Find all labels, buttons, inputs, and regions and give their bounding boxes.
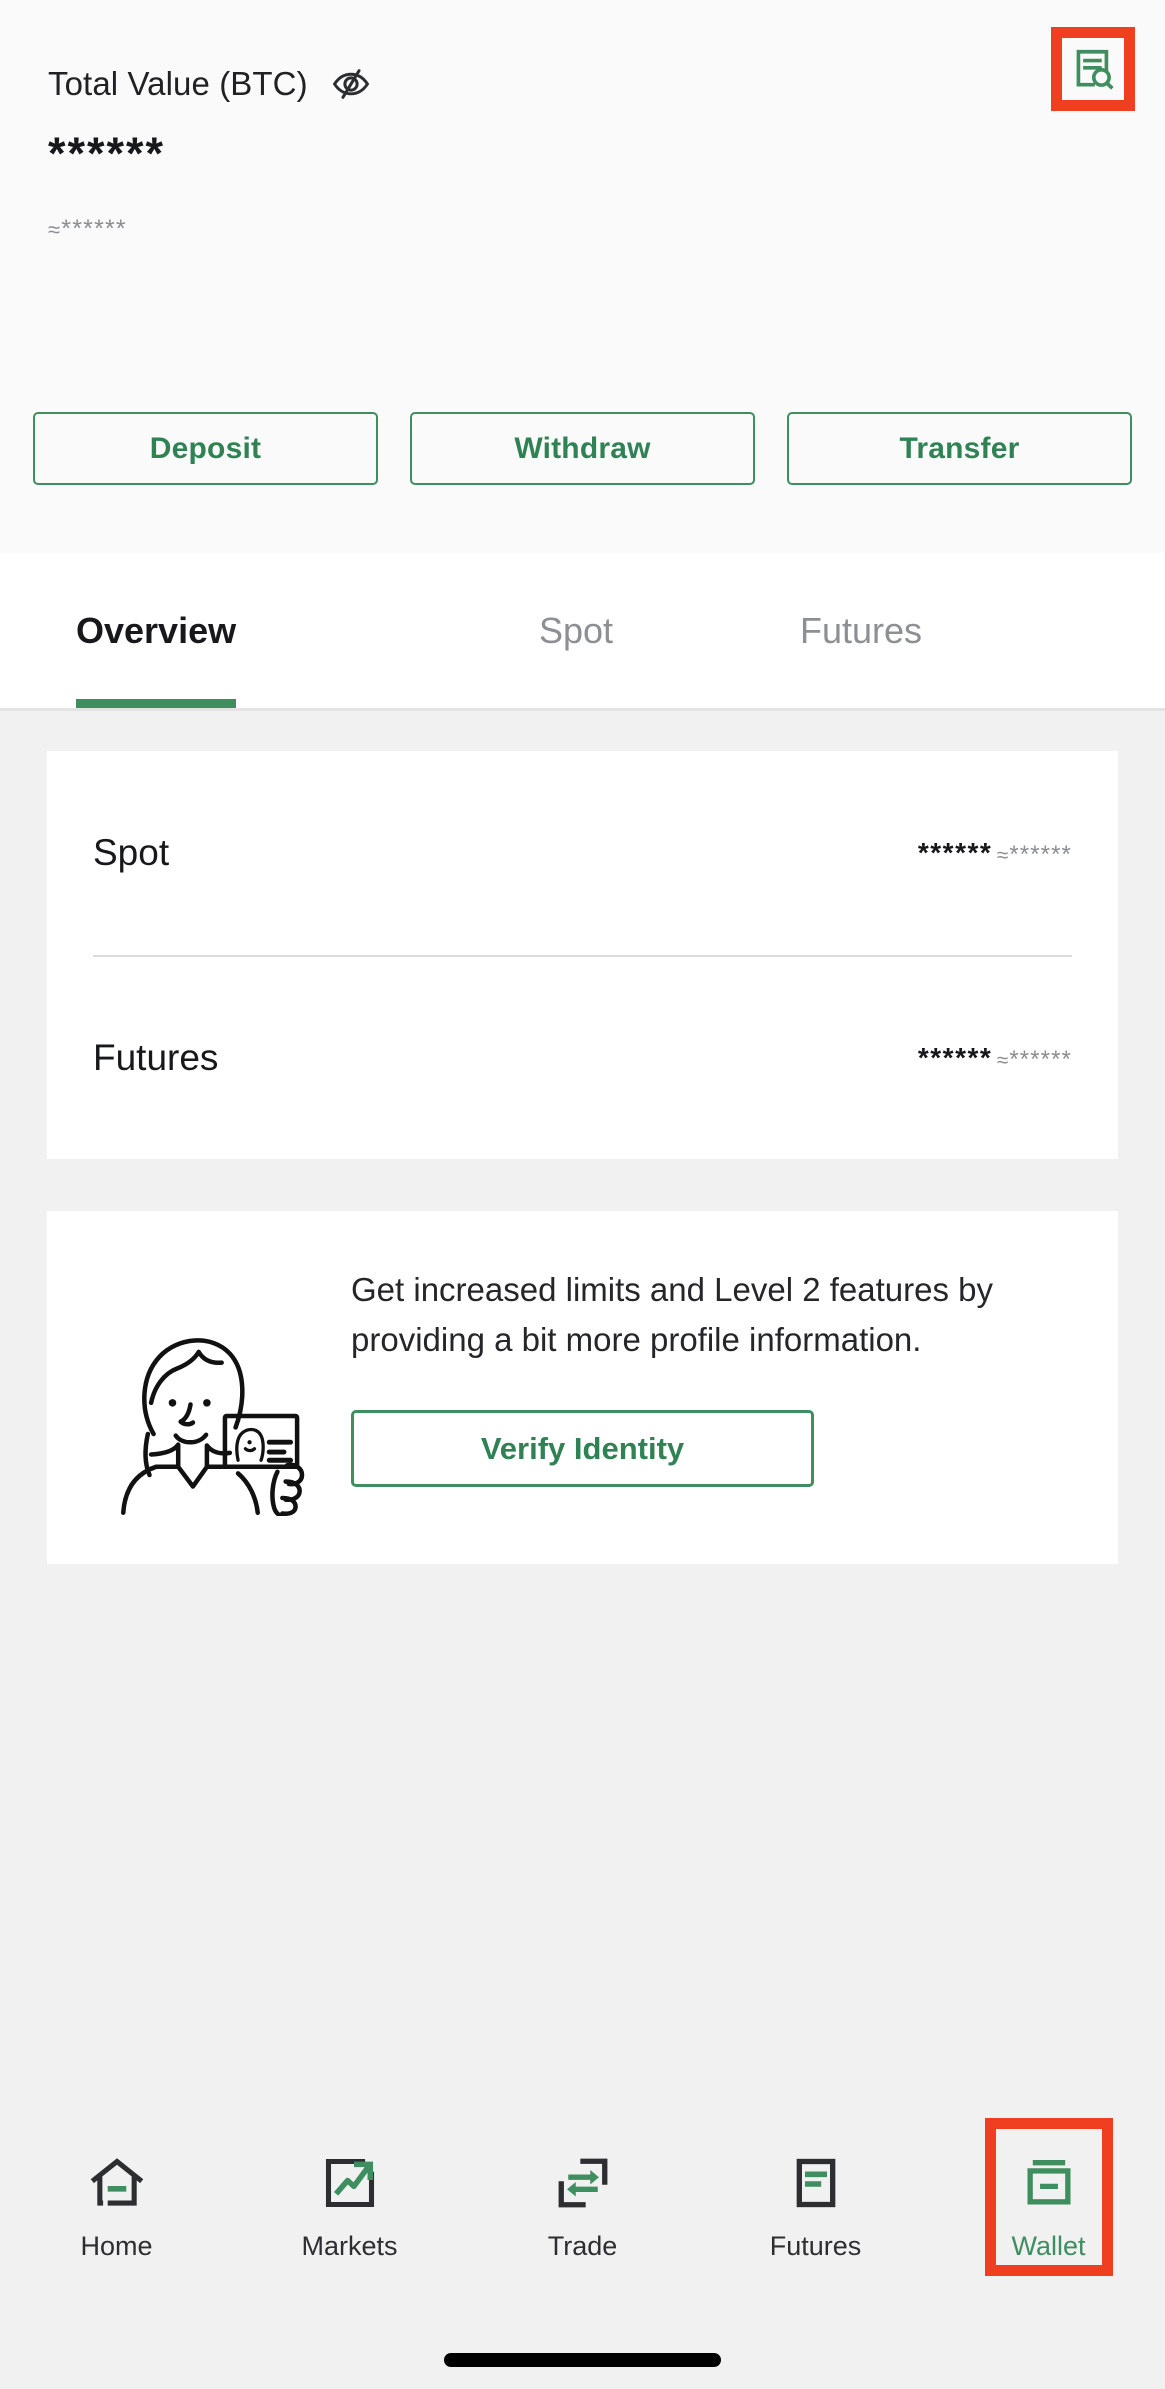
eye-slash-icon[interactable] (330, 63, 372, 105)
balance-row-label: Futures (93, 1037, 219, 1078)
balance-primary-value: ****** (917, 1042, 993, 1073)
approx-amount: ****** (1009, 841, 1072, 868)
nav-label-markets: Markets (301, 2231, 398, 2261)
trade-icon (554, 2154, 612, 2212)
balance-summary-card: Spot ****** ≈****** Futures ****** ≈****… (47, 751, 1118, 1159)
nav-item-trade[interactable]: Trade (466, 2140, 699, 2285)
nav-item-home[interactable]: Home (0, 2140, 233, 2285)
person-holding-id-card-illustration (101, 1311, 321, 1516)
wallet-tabbar: Overview Spot Futures (0, 553, 1165, 711)
balance-row-values: ****** ≈****** (918, 1041, 1072, 1075)
nav-label-trade: Trade (547, 2231, 618, 2261)
wallet-header: Total Value (BTC) ****** ≈****** Deposit… (0, 0, 1165, 553)
overview-content: Spot ****** ≈****** Futures ****** ≈****… (0, 711, 1165, 2102)
kyc-message: Get increased limits and Level 2 feature… (351, 1271, 994, 1358)
transaction-records-highlight (1051, 27, 1135, 111)
tab-overview-label: Overview (76, 609, 237, 651)
approx-prefix: ≈ (996, 844, 1010, 867)
withdraw-button[interactable]: Withdraw (410, 412, 755, 485)
verify-identity-button[interactable]: Verify Identity (351, 1410, 814, 1487)
document-search-icon[interactable] (1070, 46, 1116, 92)
wallet-icon (1020, 2154, 1078, 2212)
total-value-label: Total Value (BTC) (48, 65, 308, 102)
balance-primary-value: ****** (917, 837, 993, 868)
tab-spot[interactable]: Spot (539, 553, 613, 708)
nav-item-markets[interactable]: Markets (233, 2140, 466, 2285)
tab-futures-label: Futures (800, 609, 923, 651)
markets-icon (321, 2154, 379, 2212)
home-indicator[interactable] (444, 2353, 721, 2367)
tab-active-underline (76, 699, 237, 708)
balance-row-futures[interactable]: Futures ****** ≈****** (93, 955, 1072, 1159)
kyc-promo-card: Get increased limits and Level 2 feature… (47, 1211, 1118, 1564)
home-indicator-area (0, 2320, 1165, 2389)
tab-spot-label: Spot (539, 609, 614, 651)
balance-row-label: Spot (93, 832, 170, 873)
balance-approx-value: ≈****** (997, 841, 1072, 868)
total-value-row: Total Value (BTC) (48, 62, 1117, 106)
total-value-approx: ≈****** (48, 214, 1117, 245)
nav-item-wallet[interactable]: Wallet (932, 2118, 1165, 2285)
transfer-button[interactable]: Transfer (787, 412, 1132, 485)
kyc-body: Get increased limits and Level 2 feature… (321, 1253, 1078, 1487)
approx-prefix: ≈ (48, 217, 62, 242)
total-value-masked: ****** (48, 128, 166, 179)
nav-label-futures: Futures (769, 2231, 862, 2261)
balance-approx-value: ≈****** (997, 1046, 1072, 1073)
wallet-screen: Total Value (BTC) ****** ≈****** Deposit… (0, 0, 1165, 2389)
deposit-button[interactable]: Deposit (33, 412, 378, 485)
balance-row-values: ****** ≈****** (918, 836, 1072, 870)
tab-overview[interactable]: Overview (76, 553, 237, 708)
balance-row-spot[interactable]: Spot ****** ≈****** (93, 751, 1072, 955)
approx-prefix: ≈ (996, 1049, 1010, 1072)
home-icon (88, 2154, 146, 2212)
bottom-navigation: Home Markets Trade Futures Wallet (0, 2102, 1165, 2320)
approx-amount: ****** (61, 215, 127, 243)
nav-label-home: Home (80, 2231, 153, 2261)
nav-item-futures[interactable]: Futures (699, 2140, 932, 2285)
futures-icon (787, 2154, 845, 2212)
nav-label-wallet: Wallet (1011, 2231, 1086, 2261)
wallet-action-buttons: Deposit Withdraw Transfer (33, 412, 1132, 485)
approx-amount: ****** (1009, 1046, 1072, 1073)
tab-futures[interactable]: Futures (800, 553, 922, 708)
